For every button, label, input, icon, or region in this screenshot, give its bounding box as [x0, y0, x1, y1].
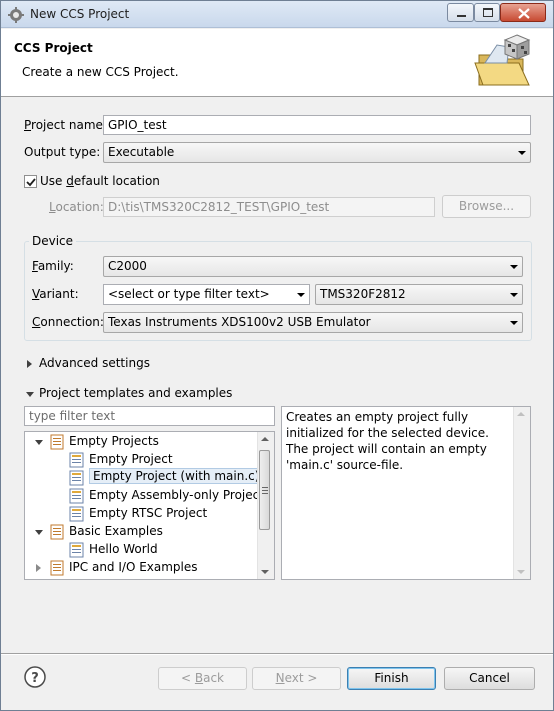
- folder-wizard-icon: [474, 34, 531, 86]
- chevron-down-icon: [518, 151, 526, 155]
- minimize-button[interactable]: [447, 3, 474, 22]
- connection-select[interactable]: Texas Instruments XDS100v2 USB Emulator: [103, 312, 523, 333]
- tree-item-label: Basic Examples: [69, 524, 163, 538]
- tree-item-label: Empty Projects: [69, 434, 159, 448]
- tree-item-empty-project-main[interactable]: Empty Project (with main.c): [25, 468, 264, 487]
- back-button[interactable]: < Back: [158, 667, 247, 690]
- template-folder-icon: [50, 560, 64, 576]
- tree-item-label: Hello World: [89, 542, 158, 556]
- project-template-icon: [69, 488, 84, 504]
- next-button[interactable]: Next >: [252, 667, 341, 690]
- svg-text:?: ?: [31, 671, 39, 686]
- family-value: C2000: [108, 259, 147, 273]
- page-title: CCS Project: [14, 41, 93, 55]
- project-template-icon: [69, 542, 84, 558]
- template-folder-icon: [50, 434, 64, 450]
- chevron-down-icon: [510, 321, 518, 325]
- connection-value: Texas Instruments XDS100v2 USB Emulator: [108, 315, 371, 329]
- tree-item-label: IPC and I/O Examples: [69, 560, 198, 574]
- chevron-down-icon: [510, 293, 518, 297]
- window-title: New CCS Project: [30, 7, 130, 21]
- project-template-icon: [69, 452, 84, 468]
- scroll-thumb[interactable]: [259, 450, 270, 530]
- scroll-up-icon[interactable]: [517, 412, 525, 416]
- variant-filter-text: <select or type filter text>: [108, 287, 270, 301]
- family-label: Family:: [32, 259, 74, 273]
- close-icon: [518, 8, 530, 19]
- output-type-value: Executable: [108, 145, 175, 159]
- tree-item-label: Empty RTSC Project: [89, 506, 208, 520]
- advanced-settings-toggle[interactable]: Advanced settings: [24, 356, 224, 372]
- maximize-icon: [483, 8, 493, 17]
- template-folder-icon: [50, 524, 64, 540]
- project-template-icon: [69, 470, 84, 486]
- browse-button[interactable]: Browse...: [442, 195, 531, 218]
- device-group-label: Device: [29, 234, 77, 248]
- close-button[interactable]: [500, 3, 546, 22]
- project-template-icon: [69, 506, 84, 522]
- chevron-down-icon: [297, 293, 305, 297]
- grip-icon: [262, 487, 268, 494]
- tree-item-empty-projects[interactable]: Empty Projects: [25, 433, 260, 451]
- project-templates-label: Project templates and examples: [39, 386, 233, 400]
- variant-value: TMS320F2812: [320, 287, 406, 301]
- tree-item-empty-assembly[interactable]: Empty Assembly-only Project: [25, 487, 264, 505]
- chevron-right-icon: [27, 360, 32, 368]
- variant-filter-combo[interactable]: <select or type filter text>: [103, 284, 310, 305]
- description-scrollbar[interactable]: [513, 407, 530, 579]
- scroll-up-icon[interactable]: [261, 437, 269, 441]
- minimize-icon: [457, 15, 466, 17]
- use-default-location-checkbox[interactable]: [24, 175, 37, 188]
- cancel-button[interactable]: Cancel: [444, 667, 535, 690]
- output-type-label: Output type:: [24, 145, 101, 159]
- page-description: Create a new CCS Project.: [22, 65, 179, 79]
- checkmark-icon: [26, 178, 36, 187]
- tree-item-label: Empty Project (with main.c): [89, 468, 264, 484]
- title-bar: New CCS Project: [1, 1, 553, 28]
- tree-item-label: Empty Assembly-only Project: [89, 488, 264, 502]
- advanced-settings-label: Advanced settings: [39, 356, 150, 370]
- output-type-select[interactable]: Executable: [103, 142, 531, 163]
- tree-scrollbar[interactable]: [257, 432, 274, 579]
- variant-label: Variant:: [32, 287, 79, 301]
- project-name-label: Project name:: [24, 118, 107, 132]
- finish-button[interactable]: Finish: [347, 667, 436, 690]
- location-label: Location:: [49, 200, 104, 214]
- app-gear-icon: [8, 7, 24, 23]
- scroll-down-icon[interactable]: [517, 570, 525, 574]
- chevron-down-icon: [35, 440, 43, 445]
- variant-select[interactable]: TMS320F2812: [315, 284, 523, 305]
- template-description: Creates an empty project fully initializ…: [286, 410, 489, 472]
- help-icon[interactable]: ?: [24, 666, 46, 688]
- maximize-button[interactable]: [474, 3, 500, 22]
- project-name-input[interactable]: GPIO_test: [103, 115, 531, 135]
- location-input[interactable]: D:\tis\TMS320C2812_TEST\GPIO_test: [103, 197, 435, 217]
- scroll-down-icon[interactable]: [261, 570, 269, 574]
- project-templates-toggle[interactable]: Project templates and examples: [24, 386, 284, 402]
- tree-item-empty-rtsc[interactable]: Empty RTSC Project: [25, 505, 260, 523]
- tree-item-hello-world[interactable]: Hello World: [25, 541, 260, 559]
- family-select[interactable]: C2000: [103, 256, 523, 277]
- footer-separator: [1, 653, 553, 655]
- use-default-location-label: Use default location: [40, 174, 160, 188]
- template-description-panel: Creates an empty project fully initializ…: [281, 406, 531, 580]
- chevron-down-icon: [26, 392, 34, 397]
- template-filter-input[interactable]: type filter text: [24, 406, 275, 426]
- template-tree: Empty Projects Empty Project Empty Proje…: [24, 431, 275, 580]
- new-ccs-project-dialog: New CCS Project CCS Project Create a new…: [0, 0, 554, 711]
- tree-item-label: Empty Project: [89, 452, 173, 466]
- wizard-header: CCS Project Create a new CCS Project.: [1, 29, 553, 97]
- tree-item-basic-examples[interactable]: Basic Examples: [25, 523, 260, 541]
- chevron-down-icon: [510, 265, 518, 269]
- tree-item-empty-project[interactable]: Empty Project: [25, 451, 260, 469]
- chevron-right-icon: [36, 564, 41, 572]
- connection-label: Connection:: [32, 315, 104, 329]
- tree-item-ipc-io-examples[interactable]: IPC and I/O Examples: [25, 559, 260, 577]
- chevron-down-icon: [35, 530, 43, 535]
